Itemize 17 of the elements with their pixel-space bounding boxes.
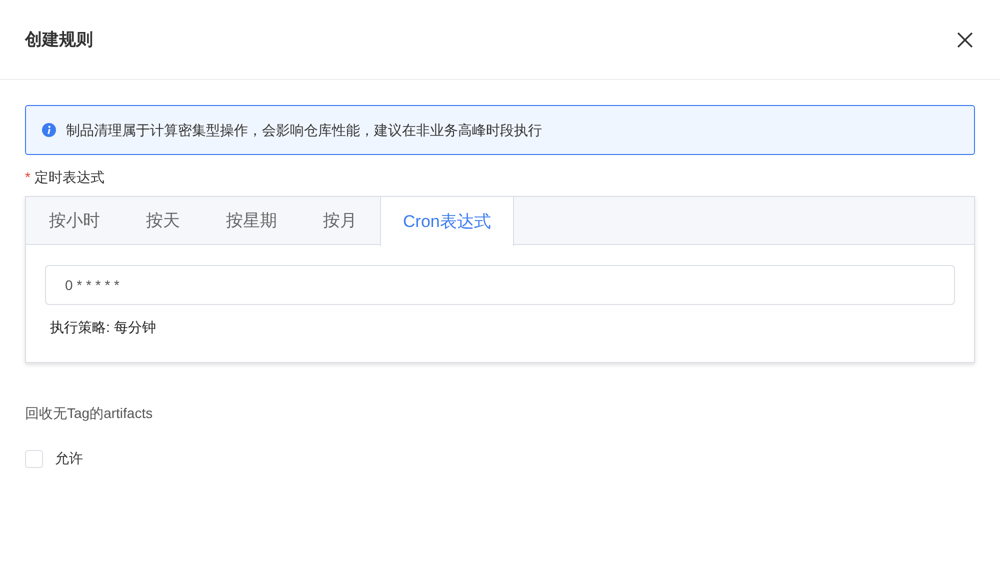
close-icon: [955, 30, 975, 50]
info-icon: [42, 123, 56, 137]
strategy-text: 执行策略: 每分钟: [50, 318, 157, 337]
section-label: 回收无Tag的artifacts: [25, 404, 154, 423]
field-label: 定时表达式: [34, 169, 104, 185]
required-mark: *: [25, 169, 30, 185]
cron-input-field[interactable]: 0 * * * * *: [45, 265, 955, 305]
dialog-title: 创建规则: [25, 28, 93, 51]
alert-text: 制品清理属于计算密集型操作，会影响仓库性能，建议在非业务高峰时段执行: [66, 120, 542, 140]
checkbox[interactable]: [25, 450, 43, 468]
tab[interactable]: 按天: [123, 197, 203, 245]
tab[interactable]: 按星期: [203, 197, 300, 245]
checkbox-label[interactable]: 允许: [55, 448, 83, 469]
tab[interactable]: 按小时: [26, 197, 123, 245]
close-button[interactable]: [955, 30, 975, 50]
tab[interactable]: Cron表达式: [380, 197, 514, 246]
tab[interactable]: 按月: [300, 197, 380, 245]
